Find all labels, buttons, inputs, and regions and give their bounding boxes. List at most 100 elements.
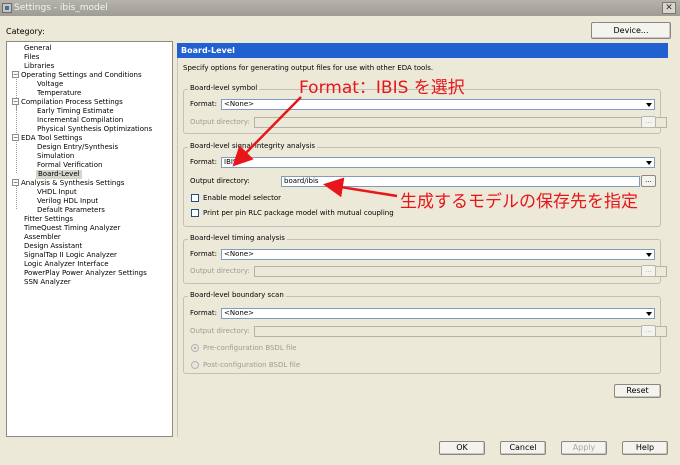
tree-item-label: EDA Tool Settings <box>21 134 83 142</box>
title-bar: Settings - ibis_model ✕ <box>0 0 680 16</box>
collapse-icon[interactable]: − <box>12 133 19 141</box>
tree-item-eda-tool-settings[interactable]: − EDA Tool Settings <box>12 133 83 143</box>
panel-description: Specify options for generating output fi… <box>183 64 434 72</box>
pre-configuration-radio[interactable] <box>191 344 199 352</box>
output-directory-label: Output directory: <box>190 177 250 185</box>
tree-item-label: Simulation <box>37 152 75 160</box>
tree-item-simulation[interactable]: Simulation <box>37 152 74 161</box>
tree-item-label: Files <box>24 53 40 61</box>
help-button[interactable]: Help <box>622 441 668 455</box>
tree-item-label: SignalTap II Logic Analyzer <box>24 251 117 259</box>
tree-item-label: Design Entry/Synthesis <box>37 143 119 151</box>
timing-format-select[interactable]: <None> <box>221 249 655 260</box>
tree-item-voltage[interactable]: Voltage <box>37 80 63 89</box>
device-button[interactable]: Device... <box>591 22 671 39</box>
close-icon[interactable]: ✕ <box>662 2 676 14</box>
select-value: IBIS <box>224 158 238 166</box>
tree-item-libraries[interactable]: Libraries <box>24 62 54 71</box>
tree-item-label: PowerPlay Power Analyzer Settings <box>24 269 147 277</box>
category-tree[interactable]: General Files Libraries − Operating Setti… <box>6 41 173 437</box>
app-icon <box>2 3 12 13</box>
dropdown-arrow-icon <box>644 250 654 259</box>
tree-item-powerplay[interactable]: PowerPlay Power Analyzer Settings <box>24 269 147 278</box>
output-annotation: 生成するモデルの保存先を指定 <box>400 192 638 212</box>
tree-item-verilog-input[interactable]: Verilog HDL Input <box>37 197 98 206</box>
tree-item-incremental[interactable]: Incremental Compilation <box>37 116 123 125</box>
symbol-browse-button[interactable]: ... <box>641 116 656 128</box>
tree-item-ssn-analyzer[interactable]: SSN Analyzer <box>24 278 71 287</box>
per-pin-rlc-checkbox[interactable] <box>191 209 199 217</box>
output-directory-label: Output directory: <box>190 327 250 335</box>
tree-item-temperature[interactable]: Temperature <box>37 89 81 98</box>
tree-item-label: Incremental Compilation <box>37 116 124 124</box>
tree-item-general[interactable]: General <box>24 44 52 53</box>
window-title: Settings - ibis_model <box>14 3 108 13</box>
tree-item-label: SSN Analyzer <box>24 278 71 286</box>
tree-item-formal-verification[interactable]: Formal Verification <box>37 161 102 170</box>
tree-item-fitter-settings[interactable]: Fitter Settings <box>24 215 73 224</box>
tree-item-label: TimeQuest Timing Analyzer <box>24 224 121 232</box>
tree-item-label: VHDL Input <box>37 188 77 196</box>
tree-item-label: Fitter Settings <box>24 215 74 223</box>
group-title: Board-level boundary scan <box>188 291 286 299</box>
tree-item-label: Default Parameters <box>37 206 105 214</box>
enable-model-selector-checkbox[interactable] <box>191 194 199 202</box>
tree-item-early-timing[interactable]: Early Timing Estimate <box>37 107 114 116</box>
tree-item-vhdl-input[interactable]: VHDL Input <box>37 188 77 197</box>
tree-item-files[interactable]: Files <box>24 53 39 62</box>
tree-item-design-assistant[interactable]: Design Assistant <box>24 242 82 251</box>
tree-item-analysis-synthesis[interactable]: − Analysis & Synthesis Settings <box>12 178 124 188</box>
tree-item-label: Design Assistant <box>24 242 83 250</box>
post-configuration-radio[interactable] <box>191 361 199 369</box>
group-title: Board-level symbol <box>188 84 260 92</box>
tree-item-assembler[interactable]: Assembler <box>24 233 61 242</box>
category-label: Category: <box>6 27 45 36</box>
symbol-output-directory-field[interactable] <box>254 117 667 128</box>
format-annotation: Format：IBIS を選択 <box>299 78 465 98</box>
collapse-icon[interactable]: − <box>12 97 19 105</box>
tree-item-logic-analyzer-interface[interactable]: Logic Analyzer Interface <box>24 260 109 269</box>
apply-button[interactable]: Apply <box>561 441 607 455</box>
tree-item-label: Libraries <box>24 62 55 70</box>
boundary-browse-button[interactable]: ... <box>641 325 656 337</box>
tree-item-operating-settings[interactable]: − Operating Settings and Conditions <box>12 70 142 80</box>
tree-item-label: Board-Level <box>38 170 80 178</box>
post-configuration-label: Post-configuration BSDL file <box>203 361 301 369</box>
tree-item-label: Assembler <box>24 233 61 241</box>
tree-item-label: General <box>24 44 52 52</box>
pre-configuration-label: Pre-configuration BSDL file <box>203 344 297 352</box>
tree-item-design-entry[interactable]: Design Entry/Synthesis <box>37 143 118 152</box>
collapse-icon[interactable]: − <box>12 178 19 186</box>
format-label: Format: <box>190 309 218 317</box>
signal-output-directory-field[interactable]: board/ibis <box>281 176 640 187</box>
timing-browse-button[interactable]: ... <box>641 265 656 277</box>
signal-format-select[interactable]: IBIS <box>221 157 655 168</box>
tree-item-label: Temperature <box>37 89 82 97</box>
format-label: Format: <box>190 250 218 258</box>
tree-item-board-level[interactable]: Board-Level <box>36 170 82 179</box>
timing-output-directory-field[interactable] <box>254 266 667 277</box>
tree-item-default-parameters[interactable]: Default Parameters <box>37 206 105 215</box>
reset-button[interactable]: Reset <box>614 384 661 398</box>
tree-item-physical-synthesis[interactable]: Physical Synthesis Optimizations <box>37 125 152 134</box>
output-directory-label: Output directory: <box>190 267 250 275</box>
symbol-format-select[interactable]: <None> <box>221 99 655 110</box>
panel-title: Board-Level <box>177 43 668 58</box>
tree-item-label: Formal Verification <box>37 161 103 169</box>
tree-item-compilation-process[interactable]: − Compilation Process Settings <box>12 97 123 107</box>
collapse-icon[interactable]: − <box>12 70 19 78</box>
format-label: Format: <box>190 158 218 166</box>
boundary-format-select[interactable]: <None> <box>221 308 655 319</box>
tree-item-label: Compilation Process Settings <box>21 98 123 106</box>
cancel-button[interactable]: Cancel <box>500 441 546 455</box>
tree-item-label: Physical Synthesis Optimizations <box>37 125 153 133</box>
tree-item-timequest[interactable]: TimeQuest Timing Analyzer <box>24 224 120 233</box>
tree-guide-line <box>16 139 17 173</box>
signal-browse-button[interactable]: ... <box>641 175 656 187</box>
ok-button[interactable]: OK <box>439 441 485 455</box>
dropdown-arrow-icon <box>644 309 654 318</box>
boundary-output-directory-field[interactable] <box>254 326 667 337</box>
enable-model-selector-label: Enable model selector <box>203 194 282 202</box>
tree-item-signaltap[interactable]: SignalTap II Logic Analyzer <box>24 251 117 260</box>
tree-item-label: Operating Settings and Conditions <box>21 71 142 79</box>
